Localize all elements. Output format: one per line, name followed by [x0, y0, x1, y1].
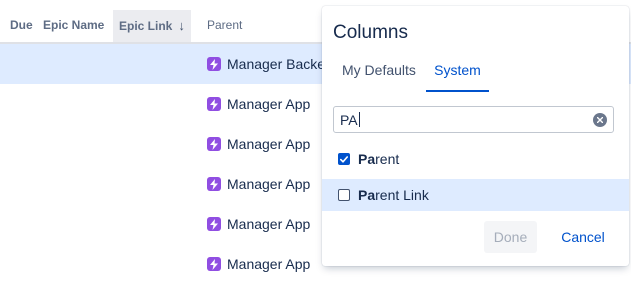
lightning-icon	[207, 217, 221, 231]
parent-link[interactable]: Manager Backe	[227, 56, 325, 72]
option-label: Parent	[358, 151, 400, 167]
checkbox-checked[interactable]	[338, 153, 350, 165]
column-option-parent-link[interactable]: Parent Link	[322, 179, 629, 211]
parent-link[interactable]: Manager App	[227, 96, 310, 112]
lightning-icon	[207, 257, 221, 271]
tab-system[interactable]: System	[426, 62, 489, 92]
column-header-parent[interactable]: Parent	[207, 18, 242, 32]
tab-my-defaults[interactable]: My Defaults	[342, 62, 416, 90]
parent-cell[interactable]: Manager App	[207, 214, 327, 234]
parent-link[interactable]: Manager App	[227, 136, 310, 152]
parent-link[interactable]: Manager App	[227, 256, 310, 272]
check-icon	[340, 155, 348, 163]
lightning-icon	[207, 57, 221, 71]
parent-cell[interactable]: Manager App	[207, 134, 327, 154]
option-label: Parent Link	[358, 187, 429, 203]
parent-link[interactable]: Manager App	[227, 176, 310, 192]
parent-cell[interactable]: Manager App	[207, 94, 327, 114]
text-caret	[358, 112, 360, 127]
lightning-icon	[207, 97, 221, 111]
lightning-icon	[207, 137, 221, 151]
column-header-epic-link[interactable]: Epic Link ↓	[113, 10, 191, 42]
parent-cell[interactable]: Manager App	[207, 254, 327, 274]
column-search-input[interactable]: PA	[333, 106, 614, 133]
column-header-epic-name[interactable]: Epic Name	[43, 18, 104, 32]
search-value: PA	[340, 112, 360, 128]
parent-cell[interactable]: Manager App	[207, 174, 327, 194]
columns-popup: Columns My Defaults System PA Parent Par…	[322, 6, 629, 266]
sort-descending-icon: ↓	[178, 18, 185, 33]
done-button[interactable]: Done	[484, 221, 537, 253]
column-header-due[interactable]: Due	[10, 18, 33, 32]
clear-icon[interactable]	[593, 113, 607, 127]
parent-link[interactable]: Manager App	[227, 216, 310, 232]
column-header-epic-link-label: Epic Link	[119, 19, 173, 33]
cancel-button[interactable]: Cancel	[552, 221, 614, 253]
column-option-parent[interactable]: Parent	[322, 143, 629, 175]
lightning-icon	[207, 177, 221, 191]
popup-title: Columns	[333, 22, 408, 43]
checkbox-unchecked[interactable]	[338, 189, 350, 201]
parent-cell[interactable]: Manager Backe	[207, 54, 327, 74]
